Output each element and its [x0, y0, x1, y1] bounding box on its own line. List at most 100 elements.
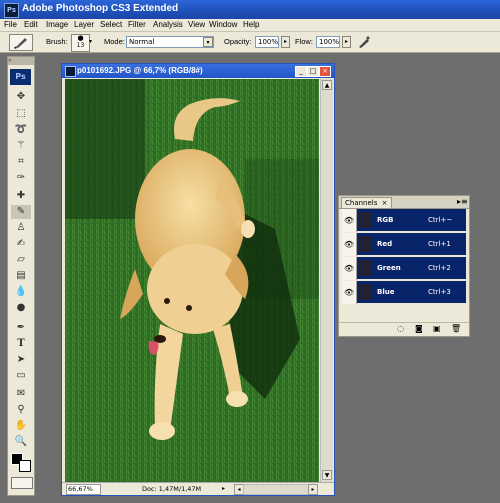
channels-panel-header: Channels × ▸≡: [339, 196, 469, 209]
brush-tool-icon: [14, 38, 27, 49]
channel-row-rgb[interactable]: 👁 RGB Ctrl+~: [342, 209, 466, 232]
notes-tool-icon[interactable]: ✉: [11, 387, 31, 401]
blur-tool-icon[interactable]: 💧: [11, 285, 31, 299]
toolbox-grip[interactable]: »: [8, 57, 34, 65]
brush-label: Brush:: [46, 37, 68, 46]
brush-size: 13: [76, 42, 85, 49]
channel-thumbnail: [359, 212, 372, 228]
slice-tool-icon[interactable]: ✑: [11, 171, 31, 185]
horizontal-scrollbar[interactable]: [243, 484, 309, 495]
brush-tool-icon[interactable]: ✎: [11, 205, 31, 219]
menu-image[interactable]: Image: [46, 19, 68, 31]
channel-row-rgb-bar[interactable]: RGB Ctrl+~: [357, 209, 466, 232]
eraser-tool-icon[interactable]: ▱: [11, 253, 31, 267]
channel-row-green-bar[interactable]: Green Ctrl+2: [357, 257, 466, 280]
channel-shortcut: Ctrl+1: [428, 240, 451, 248]
photoshop-logo-icon: Ps: [4, 3, 19, 18]
airbrush-icon[interactable]: [357, 35, 371, 51]
type-tool-icon[interactable]: T: [11, 337, 31, 351]
history-brush-tool-icon[interactable]: ✍: [11, 237, 31, 251]
crop-tool-icon[interactable]: ⌗: [11, 155, 31, 169]
channel-row-red-bar[interactable]: Red Ctrl+1: [357, 233, 466, 256]
opacity-slider-button[interactable]: ▸: [281, 36, 290, 48]
healing-brush-tool-icon[interactable]: ✚: [11, 189, 31, 203]
image-canvas[interactable]: [65, 79, 319, 482]
minimize-icon[interactable]: _: [295, 66, 307, 77]
brush-picker[interactable]: ● 13: [71, 34, 90, 52]
eye-icon[interactable]: 👁: [342, 281, 357, 304]
eye-icon[interactable]: 👁: [342, 209, 357, 232]
maximize-icon[interactable]: □: [307, 66, 319, 77]
trash-icon[interactable]: 🗑: [451, 324, 461, 333]
marquee-tool-icon[interactable]: ⬚: [11, 107, 31, 121]
tab-channels[interactable]: Channels ×: [341, 197, 392, 208]
close-icon[interactable]: ×: [319, 66, 331, 77]
gradient-tool-icon[interactable]: ▤: [11, 269, 31, 283]
flow-input[interactable]: 100%: [316, 36, 340, 48]
scroll-down-icon[interactable]: ▼: [322, 470, 332, 480]
menu-file[interactable]: File: [4, 19, 17, 31]
path-selection-tool-icon[interactable]: ➤: [11, 353, 31, 367]
channel-row-blue[interactable]: 👁 Blue Ctrl+3: [342, 281, 466, 304]
magic-wand-tool-icon[interactable]: ⚚: [11, 139, 31, 153]
eye-icon[interactable]: 👁: [342, 233, 357, 256]
app-title: Adobe Photoshop CS3 Extended: [22, 3, 179, 14]
menu-analysis[interactable]: Analysis: [153, 19, 183, 31]
channel-name: Green: [377, 264, 401, 272]
document-title-bar[interactable]: p0101692.JPG @ 66,7% (RGB/8#) _ □ ×: [62, 64, 334, 78]
channel-shortcut: Ctrl+2: [428, 264, 451, 272]
channel-thumbnail: [359, 260, 372, 276]
channel-row-red[interactable]: 👁 Red Ctrl+1: [342, 233, 466, 256]
dodge-tool-icon[interactable]: ●: [11, 301, 31, 315]
hand-tool-icon[interactable]: ✋: [11, 419, 31, 433]
vertical-scrollbar[interactable]: ▲ ▼: [320, 79, 333, 482]
mode-select[interactable]: Normal ▾: [126, 36, 214, 48]
zoom-tool-icon[interactable]: 🔍: [11, 435, 31, 449]
chevron-down-icon[interactable]: ▾: [203, 37, 213, 47]
menu-help[interactable]: Help: [243, 19, 259, 31]
channel-name: Red: [377, 240, 393, 248]
menu-filter[interactable]: Filter: [128, 19, 146, 31]
document-window: p0101692.JPG @ 66,7% (RGB/8#) _ □ × ▲ ▼ …: [61, 63, 335, 496]
menu-view[interactable]: View: [188, 19, 205, 31]
scroll-right-icon[interactable]: ▸: [308, 484, 318, 495]
close-icon[interactable]: ×: [382, 199, 388, 207]
load-selection-icon[interactable]: ◌: [397, 324, 404, 333]
flow-label: Flow:: [295, 37, 313, 46]
menu-bar: File Edit Image Layer Select Filter Anal…: [0, 19, 500, 32]
shape-tool-icon[interactable]: ▭: [11, 369, 31, 383]
menu-edit[interactable]: Edit: [24, 19, 38, 31]
save-selection-icon[interactable]: ◙: [415, 324, 423, 333]
scroll-up-icon[interactable]: ▲: [322, 80, 332, 90]
quick-mask-button[interactable]: [11, 477, 33, 489]
channels-footer: ◌ ◙ ▣ 🗑: [339, 322, 469, 336]
menu-select[interactable]: Select: [100, 19, 122, 31]
new-channel-icon[interactable]: ▣: [433, 324, 441, 333]
background-color-swatch[interactable]: [19, 460, 31, 472]
panel-menu-icon[interactable]: ▸≡: [457, 196, 468, 208]
clone-stamp-tool-icon[interactable]: ♙: [11, 221, 31, 235]
status-menu-icon[interactable]: ▸: [222, 484, 225, 494]
channel-row-green[interactable]: 👁 Green Ctrl+2: [342, 257, 466, 280]
opacity-input[interactable]: 100%: [255, 36, 279, 48]
channel-name: RGB: [377, 216, 394, 224]
dog-photo: [65, 79, 319, 482]
lasso-tool-icon[interactable]: ➰: [11, 123, 31, 137]
pen-tool-icon[interactable]: ✒: [11, 321, 31, 335]
toolbox: » Ps ✥ ⬚ ➰ ⚚ ⌗ ✑ ✚ ✎ ♙ ✍ ▱ ▤ 💧 ● ✒ T ➤ ▭…: [7, 56, 35, 496]
opacity-label: Opacity:: [224, 37, 252, 46]
channel-shortcut: Ctrl+3: [428, 288, 451, 296]
brush-dropdown-arrow-icon[interactable]: ▾: [89, 38, 92, 45]
photoshop-logo-icon[interactable]: Ps: [10, 69, 31, 85]
eye-icon[interactable]: 👁: [342, 257, 357, 280]
zoom-level-field[interactable]: 66,67%: [66, 484, 101, 495]
channels-panel: Channels × ▸≡ 👁 RGB Ctrl+~ 👁 Red Ctrl+1 …: [338, 195, 470, 337]
move-tool-icon[interactable]: ✥: [11, 90, 31, 104]
menu-layer[interactable]: Layer: [74, 19, 94, 31]
flow-slider-button[interactable]: ▸: [342, 36, 351, 48]
tool-preset-picker[interactable]: [9, 34, 33, 51]
channel-row-blue-bar[interactable]: Blue Ctrl+3: [357, 281, 466, 304]
eyedropper-tool-icon[interactable]: ⚲: [11, 403, 31, 417]
menu-window[interactable]: Window: [209, 19, 237, 31]
channel-shortcut: Ctrl+~: [428, 216, 453, 224]
